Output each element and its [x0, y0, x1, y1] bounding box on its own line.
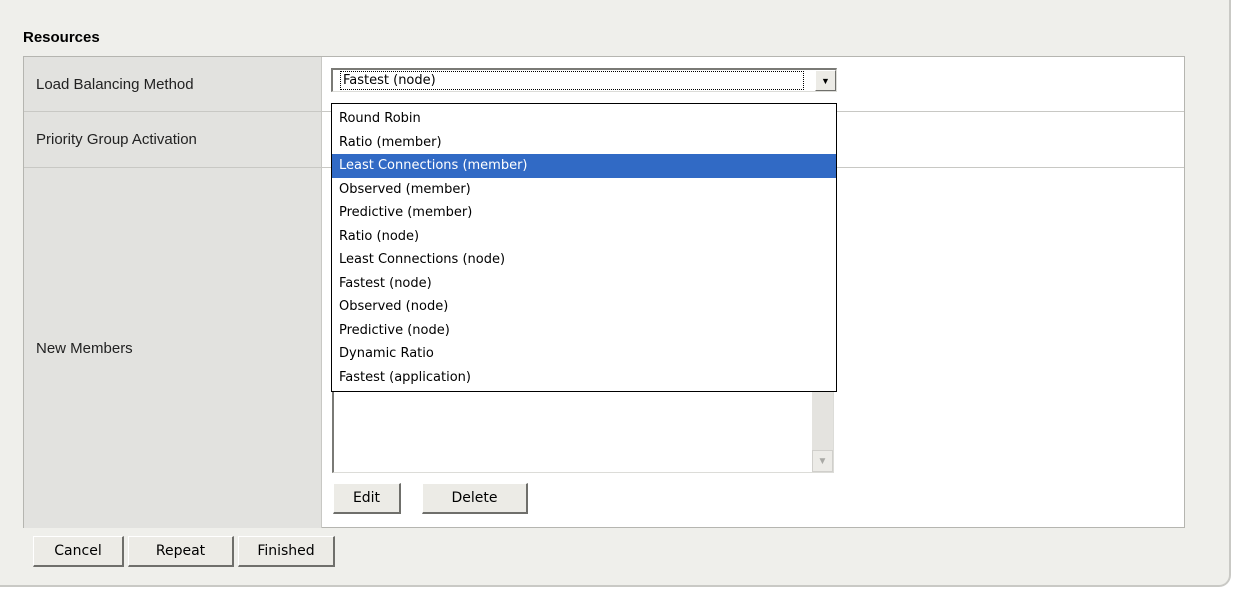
select-current-value[interactable]: Fastest (node): [340, 71, 804, 90]
scroll-down-arrow-icon[interactable]: ▼: [812, 450, 833, 472]
load-balancing-label: Load Balancing Method: [24, 57, 322, 111]
load-balancing-dropdown-list[interactable]: Round Robin Ratio (member) Least Connectio…: [331, 103, 837, 392]
dropdown-option[interactable]: Fastest (application): [332, 366, 836, 390]
load-balancing-select[interactable]: Fastest (node) ▼: [331, 68, 837, 92]
dropdown-option[interactable]: Ratio (member): [332, 131, 836, 155]
dropdown-option[interactable]: Predictive (member): [332, 201, 836, 225]
dropdown-option[interactable]: Least Connections (member): [332, 154, 836, 178]
finished-button[interactable]: Finished: [238, 536, 335, 567]
resources-panel: Resources Load Balancing Method Priority…: [0, 0, 1231, 587]
dropdown-option[interactable]: Observed (member): [332, 178, 836, 202]
priority-group-label: Priority Group Activation: [24, 112, 322, 167]
dropdown-option[interactable]: Least Connections (node): [332, 248, 836, 272]
dropdown-option[interactable]: Round Robin: [332, 107, 836, 131]
cancel-button[interactable]: Cancel: [33, 536, 124, 567]
new-members-label: New Members: [24, 168, 322, 528]
repeat-button[interactable]: Repeat: [128, 536, 234, 567]
dropdown-option[interactable]: Predictive (node): [332, 319, 836, 343]
section-title: Resources: [23, 29, 100, 46]
chevron-down-icon[interactable]: ▼: [815, 70, 836, 91]
edit-button[interactable]: Edit: [333, 483, 401, 514]
dropdown-option[interactable]: Observed (node): [332, 295, 836, 319]
dropdown-option[interactable]: Ratio (node): [332, 225, 836, 249]
delete-button[interactable]: Delete: [422, 483, 528, 514]
dropdown-option[interactable]: Fastest (node): [332, 272, 836, 296]
dropdown-option[interactable]: Dynamic Ratio: [332, 342, 836, 366]
